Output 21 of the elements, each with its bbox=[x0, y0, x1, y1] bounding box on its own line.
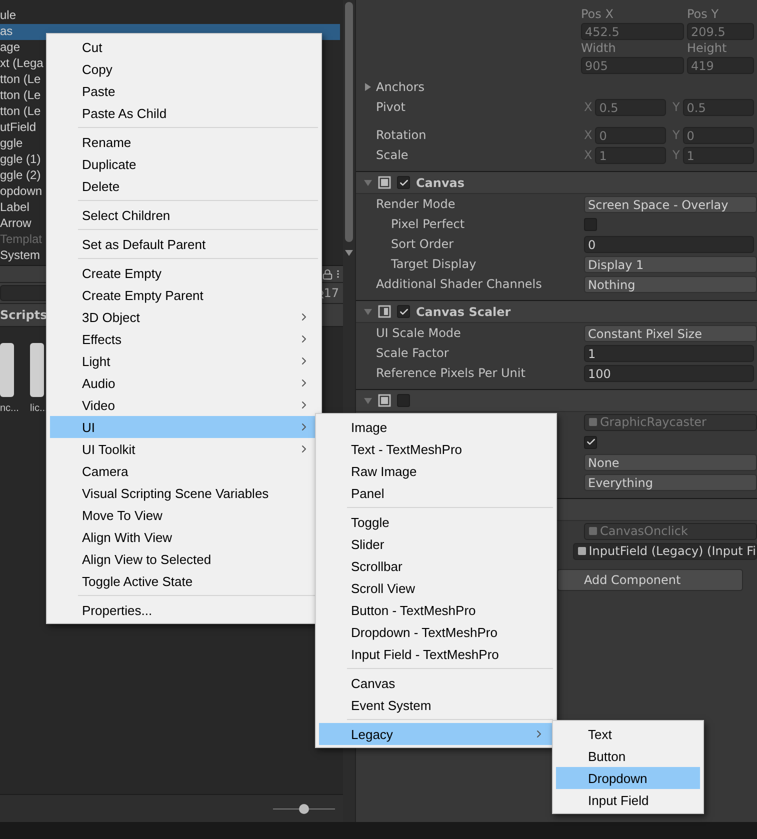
component-title: Canvas bbox=[416, 176, 465, 190]
property-label: UI Scale Mode bbox=[376, 326, 462, 340]
property-label: Reference Pixels Per Unit bbox=[376, 366, 526, 380]
hidden-count: 17 bbox=[324, 286, 339, 300]
component-title: Canvas Scaler bbox=[416, 304, 511, 318]
property-label: Pixel Perfect bbox=[390, 217, 466, 231]
field-label: Pos X bbox=[581, 6, 614, 23]
property-label: Rotation bbox=[376, 128, 428, 142]
property-label: Scale bbox=[376, 148, 410, 162]
property-label: Pivot bbox=[376, 100, 406, 114]
property-label: Render Mode bbox=[376, 197, 456, 211]
folder-title: Scripts bbox=[0, 308, 48, 322]
asset-label: nc... bbox=[0, 403, 19, 414]
property-label: Target Display bbox=[390, 257, 478, 271]
field-label: Pos Y bbox=[687, 6, 720, 23]
field-label: Width bbox=[581, 40, 617, 57]
property-label: Scale Factor bbox=[376, 346, 450, 360]
field-label: Height bbox=[687, 40, 728, 57]
property-label: Sort Order bbox=[390, 237, 455, 251]
asset-label: lic... bbox=[30, 403, 48, 414]
property-label: Additional Shader Channels bbox=[376, 277, 543, 291]
